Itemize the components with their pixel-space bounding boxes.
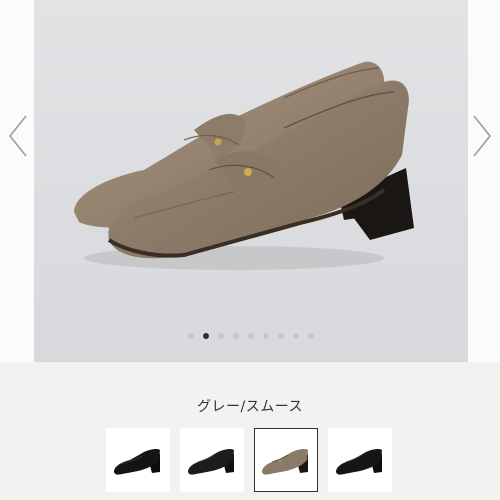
carousel-dot[interactable] bbox=[263, 333, 269, 339]
product-image-gallery[interactable] bbox=[0, 0, 500, 362]
carousel-dot[interactable] bbox=[218, 333, 224, 339]
shoe-thumbnail-image bbox=[336, 448, 382, 475]
chevron-left-icon bbox=[8, 115, 27, 157]
next-image-button[interactable] bbox=[470, 112, 494, 160]
shoe-thumbnail-image bbox=[188, 448, 234, 475]
carousel-dot[interactable] bbox=[233, 333, 239, 339]
carousel-dot[interactable] bbox=[278, 333, 284, 339]
thumbnail-black-smooth[interactable] bbox=[106, 428, 170, 492]
gallery-left-margin bbox=[0, 0, 34, 362]
carousel-dot[interactable] bbox=[248, 333, 254, 339]
gallery-right-margin bbox=[468, 0, 500, 362]
thumbnail-black-variant[interactable] bbox=[328, 428, 392, 492]
carousel-dot[interactable] bbox=[188, 333, 194, 339]
carousel-dot-active[interactable] bbox=[203, 333, 209, 339]
product-photo[interactable] bbox=[34, 0, 468, 362]
thumbnail-black-smooth-2[interactable] bbox=[180, 428, 244, 492]
selected-variant-label: グレー/スムース bbox=[196, 399, 304, 415]
loafer-shoes-image bbox=[74, 61, 414, 270]
shoe-thumbnail-image bbox=[262, 448, 308, 475]
prev-image-button[interactable] bbox=[6, 112, 30, 160]
color-variant-thumbnails bbox=[106, 428, 392, 492]
carousel-dot[interactable] bbox=[293, 333, 299, 339]
carousel-dot[interactable] bbox=[308, 333, 314, 339]
thumbnail-grey-smooth[interactable] bbox=[254, 428, 318, 492]
carousel-pagination bbox=[34, 333, 468, 343]
shoe-thumbnail-image bbox=[114, 448, 160, 475]
chevron-right-icon bbox=[473, 115, 492, 157]
